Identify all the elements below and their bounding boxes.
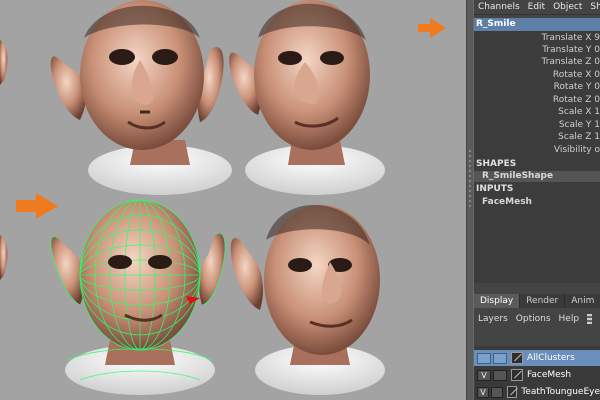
- attr-visibility[interactable]: Visibility o: [554, 144, 600, 156]
- attr-rotate-z[interactable]: Rotate Z 0: [553, 94, 600, 106]
- head-model-4: [230, 204, 385, 395]
- layer-type-toggle[interactable]: [493, 352, 507, 364]
- attr-scale-z[interactable]: Scale Z 1: [558, 131, 600, 143]
- channel-box: R_Smile Translate X 9 Translate Y 0 Tran…: [474, 18, 600, 283]
- layer-row[interactable]: V TeathToungueEye: [474, 384, 600, 400]
- layer-name: AllClusters: [527, 353, 575, 363]
- layer-name: TeathToungueEye: [521, 387, 600, 397]
- panel-splitter[interactable]: [466, 0, 474, 400]
- shapes-header: SHAPES: [476, 159, 517, 169]
- tab-render[interactable]: Render: [520, 294, 566, 308]
- head-model-wireframe: [50, 199, 226, 395]
- attr-translate-x[interactable]: Translate X 9: [542, 32, 600, 44]
- input-node[interactable]: FaceMesh: [482, 197, 532, 207]
- head-model-1: [50, 0, 232, 195]
- selected-object-name[interactable]: R_Smile: [474, 18, 600, 31]
- partial-head-left-top: [0, 40, 8, 85]
- attr-scale-y[interactable]: Scale Y 1: [559, 119, 600, 131]
- menu-layers[interactable]: Layers: [478, 314, 508, 324]
- layer-editor-tabs: Display Render Anim: [474, 294, 600, 308]
- tab-display[interactable]: Display: [474, 294, 521, 308]
- menu-show[interactable]: Sho: [590, 2, 600, 12]
- layer-row[interactable]: AllClusters: [474, 350, 600, 366]
- attr-rotate-x[interactable]: Rotate X 0: [553, 69, 600, 81]
- layer-color-swatch[interactable]: [507, 386, 518, 398]
- tab-anim[interactable]: Anim: [565, 294, 600, 308]
- head-model-2: [229, 0, 385, 195]
- menu-edit[interactable]: Edit: [528, 2, 545, 12]
- maya-window: Channels Edit Object Sho R_Smile Transla…: [0, 0, 600, 400]
- layer-visibility-toggle[interactable]: [477, 352, 491, 364]
- shape-node[interactable]: R_SmileShape: [482, 171, 553, 181]
- viewport[interactable]: [0, 0, 466, 400]
- layer-name: FaceMesh: [527, 370, 572, 380]
- arrow-right-icon: [418, 18, 446, 38]
- menu-object[interactable]: Object: [553, 2, 582, 12]
- layer-visibility-toggle[interactable]: V: [477, 369, 491, 381]
- layer-editor-menubar: Layers Options Help: [474, 312, 600, 326]
- layer-list: AllClusters V FaceMesh V TeathToungueEye: [474, 346, 600, 400]
- layer-type-toggle[interactable]: [493, 369, 507, 381]
- splitter-grip: [469, 150, 471, 210]
- layer-color-swatch[interactable]: [511, 369, 523, 381]
- layer-type-toggle[interactable]: [491, 386, 504, 398]
- menu-options[interactable]: Options: [516, 314, 551, 324]
- attr-translate-z[interactable]: Translate Z 0: [542, 56, 600, 68]
- layer-stack-icon[interactable]: [587, 314, 592, 324]
- channel-box-menubar: Channels Edit Object Sho: [474, 0, 600, 15]
- layer-visibility-toggle[interactable]: V: [477, 386, 490, 398]
- layer-color-swatch[interactable]: [511, 352, 523, 364]
- layer-row[interactable]: V FaceMesh: [474, 367, 600, 383]
- attr-rotate-y[interactable]: Rotate Y 0: [554, 81, 600, 93]
- menu-help[interactable]: Help: [559, 314, 580, 324]
- arrow-right-icon: [16, 193, 58, 219]
- attr-translate-y[interactable]: Translate Y 0: [542, 44, 600, 56]
- partial-head-left-bottom: [0, 235, 8, 280]
- channel-box-panel: Channels Edit Object Sho R_Smile Transla…: [474, 0, 600, 400]
- inputs-header: INPUTS: [476, 184, 514, 194]
- viewport-scene: [0, 0, 446, 395]
- attr-scale-x[interactable]: Scale X 1: [558, 106, 600, 118]
- menu-channels[interactable]: Channels: [478, 2, 520, 12]
